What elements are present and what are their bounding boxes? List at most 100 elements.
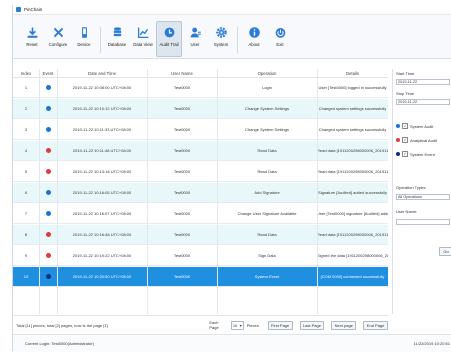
pieces-label: Pieces — [246, 322, 259, 328]
user-icon — [190, 27, 201, 38]
table-row[interactable]: 2 2019-11-22 10:10:12 UTC+08:00 Test0000 Ch… — [13, 99, 388, 119]
start-time-input[interactable]: 2019-11-22 — [396, 79, 450, 85]
column-header-event[interactable]: Event — [39, 71, 57, 76]
row-user: Test0000 — [173, 232, 191, 237]
database-button[interactable]: Database — [104, 22, 130, 56]
table-row[interactable]: 6 2019-11-22 10:16:05 UTC+08:00 Test0000 Ad… — [13, 183, 388, 203]
exit-button[interactable]: Exit — [267, 22, 293, 56]
row-datetime: 2019-11-22 10:19:22 UTC+08:00 — [72, 253, 132, 258]
row-index: 4 — [24, 148, 28, 153]
reset-button[interactable]: Reset — [19, 22, 45, 56]
stop-time-label: Stop Time — [396, 91, 415, 96]
row-user: Test0000 — [173, 85, 191, 90]
row-details: User [Test0000] signature [Audited] adde… — [317, 211, 388, 216]
row-index: 7 — [24, 211, 28, 216]
row-details: Read data [1911200298000006_20191122... — [317, 232, 388, 237]
red-dot-icon — [396, 138, 400, 142]
event-indicator — [39, 190, 57, 195]
device-button[interactable]: Device — [71, 22, 97, 56]
checkbox-icon: ✓ — [402, 151, 408, 157]
row-datetime: 2019-11-22 10:10:12 UTC+08:00 — [72, 106, 132, 111]
row-index: 1 — [24, 85, 28, 90]
table-row[interactable]: 3 2019-11-22 10:11:33 UTC+08:00 Test0000 Ch… — [13, 120, 388, 140]
stop-time-input[interactable]: 2019-11-22 — [396, 99, 450, 105]
row-operation: Read Data — [257, 232, 277, 237]
table-row[interactable]: 7 2019-11-22 10:16:07 UTC+08:00 Test0000 Ch… — [13, 204, 388, 224]
user-name-input[interactable] — [396, 219, 450, 225]
column-header-details[interactable]: Details — [317, 71, 388, 76]
table-header: Index Event Date and Time User Name Oper… — [13, 69, 388, 78]
each-page-label: Each Page — [209, 320, 219, 330]
column-header-user[interactable]: User Name — [147, 71, 217, 76]
row-details: Changed system settings successfully — [318, 127, 387, 132]
app-icon — [16, 7, 21, 12]
row-operation: Change System Settings — [244, 127, 290, 132]
tools-icon — [53, 27, 63, 38]
about-button[interactable]: About — [241, 22, 267, 56]
row-datetime: 2019-11-22 10:16:48 UTC+08:00 — [72, 232, 132, 237]
column-divider — [147, 69, 148, 314]
checkbox-icon: ✓ — [402, 137, 408, 143]
last-page-button[interactable]: Last Page — [299, 320, 325, 330]
row-datetime: 2019-11-22 10:20:50 UTC+08:00 — [72, 274, 132, 279]
column-header-operation[interactable]: Operation — [217, 71, 317, 76]
row-operation: Change User Signature Available — [237, 211, 297, 216]
row-user: Test0000 — [173, 253, 191, 258]
configure-button[interactable]: Configure — [45, 22, 71, 56]
row-index: 2 — [24, 106, 28, 111]
row-details: User [Test0000] logged in successfully — [318, 85, 387, 90]
row-operation: Change System Settings — [244, 106, 290, 111]
table-row[interactable]: 10 2019-11-22 10:20:50 UTC+08:00 Test0000 S… — [13, 267, 388, 287]
table-row[interactable]: 5 2019-11-22 10:13:18 UTC+08:00 Test0000 Re… — [13, 162, 388, 182]
row-user: Test0000 — [173, 127, 191, 132]
title-bar: PinChain — [13, 5, 451, 15]
table-row[interactable]: 9 2019-11-22 10:19:22 UTC+08:00 Test0000 Si… — [13, 246, 388, 266]
column-header-index[interactable]: Index — [13, 71, 39, 76]
row-datetime: 2019-11-22 10:11:48 UTC+08:00 — [72, 148, 132, 153]
end-page-button[interactable]: End Page — [363, 320, 388, 330]
pagination-bar: Total [11] pieces, total [2] pages, now … — [13, 315, 388, 334]
next-page-button[interactable]: Next page — [331, 320, 357, 330]
status-clock: 11/22/2019 10:20:51 — [413, 341, 450, 346]
event-indicator — [39, 169, 57, 174]
row-index: 8 — [24, 232, 28, 237]
column-divider — [39, 69, 40, 314]
row-index: 10 — [23, 274, 29, 279]
database-icon — [113, 27, 121, 37]
gear-icon — [215, 27, 227, 38]
user-button[interactable]: User — [182, 22, 208, 56]
row-details: Read data [1911200298000006_20191122... — [317, 148, 388, 153]
table-row[interactable]: 8 2019-11-22 10:16:48 UTC+08:00 Test0000 Re… — [13, 225, 388, 245]
system-audit-checkbox[interactable]: ✓ System Audit — [396, 123, 433, 129]
first-page-button[interactable]: First Page — [267, 320, 293, 330]
event-dot-icon — [45, 190, 51, 195]
row-datetime: 2019-11-22 10:13:18 UTC+08:00 — [72, 169, 132, 174]
audit-table: Index Event Date and Time User Name Oper… — [13, 69, 388, 314]
table-row[interactable]: 1 2019-11-22 10:08:00 UTC+08:00 Test0000 Lo… — [13, 78, 388, 98]
system-event-checkbox[interactable]: ✓ System Event — [396, 151, 435, 157]
operation-types-select[interactable]: All Operations — [396, 194, 450, 200]
column-divider — [57, 69, 58, 314]
event-dot-icon — [45, 211, 51, 216]
event-dot-icon — [45, 274, 51, 279]
download-icon — [27, 27, 37, 38]
row-user: Test0000 — [173, 190, 191, 195]
user-name-label: User Name: — [396, 209, 418, 214]
go-button[interactable]: Go — [439, 247, 451, 256]
table-row[interactable]: 4 2019-11-22 10:11:48 UTC+08:00 Test0000 Re… — [13, 141, 388, 161]
row-details: Read data [1911200298000006_20191122... — [317, 169, 388, 174]
row-details: Changed system settings successfully — [318, 106, 387, 111]
event-indicator — [39, 127, 57, 132]
page-size-select[interactable]: 10 ▾ — [230, 320, 244, 330]
row-datetime: 2019-11-22 10:16:05 UTC+08:00 — [72, 190, 132, 195]
column-divider — [317, 69, 318, 314]
column-header-datetime[interactable]: Date and Time — [57, 71, 147, 76]
row-details: [COM 0000] connected successfully — [320, 274, 385, 279]
analytical-audit-checkbox[interactable]: ✓ Analytical Audit — [396, 137, 437, 143]
row-user: Test0000 — [173, 106, 191, 111]
event-indicator — [39, 148, 57, 153]
system-button[interactable]: System — [208, 22, 234, 56]
event-dot-icon — [45, 106, 51, 111]
audit-trail-button[interactable]: Audit Trail — [156, 21, 182, 57]
data-view-button[interactable]: Data View — [130, 22, 156, 56]
